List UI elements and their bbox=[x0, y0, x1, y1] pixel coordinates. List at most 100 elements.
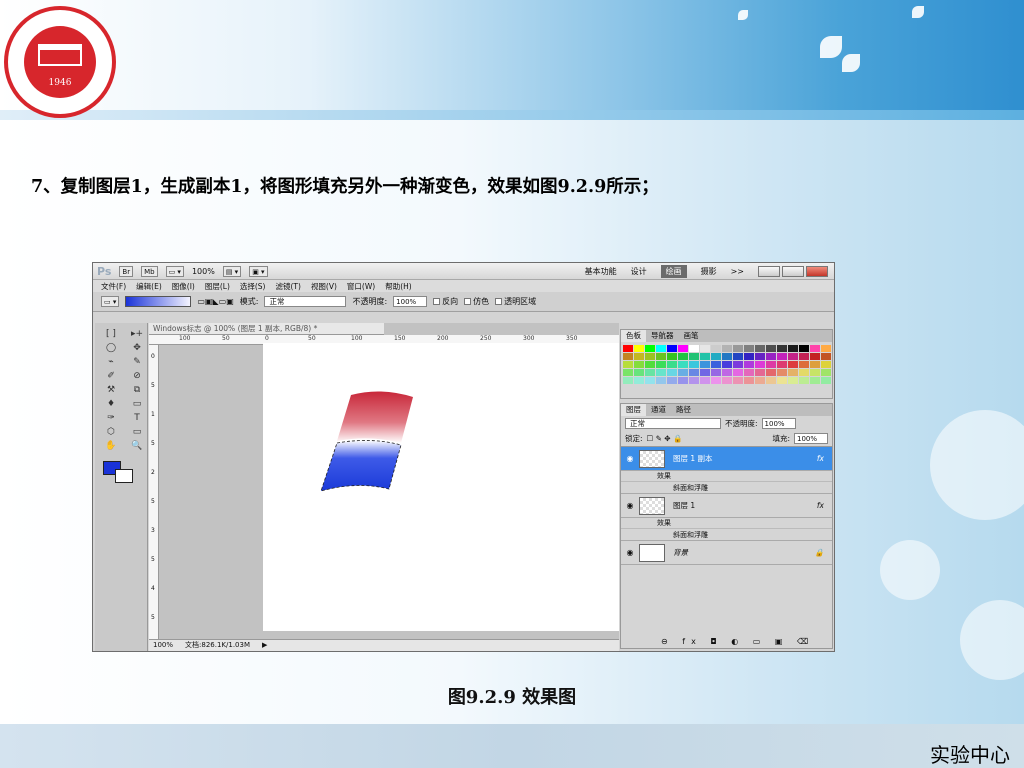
color-swatch[interactable] bbox=[656, 353, 666, 360]
layer-row[interactable]: ◉ 图层 1 副本 fx bbox=[621, 447, 832, 471]
color-swatch[interactable] bbox=[810, 369, 820, 376]
lock-icons[interactable]: ☐ ✎ ✥ 🔒 bbox=[647, 434, 683, 443]
opacity-input[interactable]: 100% bbox=[393, 296, 428, 307]
tab-navigator[interactable]: 导航器 bbox=[646, 330, 679, 342]
color-swatch[interactable] bbox=[722, 377, 732, 384]
color-swatch[interactable] bbox=[667, 361, 677, 368]
color-swatch[interactable] bbox=[755, 377, 765, 384]
color-swatch[interactable] bbox=[733, 361, 743, 368]
color-swatch[interactable] bbox=[623, 377, 633, 384]
visibility-eye-icon[interactable]: ◉ bbox=[621, 548, 639, 557]
color-swatch[interactable] bbox=[634, 377, 644, 384]
color-swatch[interactable] bbox=[700, 377, 710, 384]
tool-button[interactable]: ⬡ bbox=[101, 427, 121, 437]
color-swatch[interactable] bbox=[667, 369, 677, 376]
workspace-painting[interactable]: 绘画 bbox=[660, 264, 687, 278]
color-swatch[interactable] bbox=[766, 353, 776, 360]
tool-button[interactable]: ◯ bbox=[101, 343, 121, 353]
color-swatch[interactable] bbox=[634, 361, 644, 368]
tool-button[interactable]: ⧉ bbox=[127, 385, 147, 395]
workspace-photography[interactable]: 摄影 bbox=[701, 266, 717, 277]
tool-button[interactable]: ✎ bbox=[127, 357, 147, 367]
color-swatch[interactable] bbox=[766, 345, 776, 352]
tool-button[interactable]: ✑ bbox=[101, 413, 121, 423]
minimize-button[interactable] bbox=[758, 265, 780, 277]
tab-paths[interactable]: 路径 bbox=[671, 404, 696, 416]
color-swatch[interactable] bbox=[689, 361, 699, 368]
layer-row[interactable]: ◉ 背景 🔒 bbox=[621, 541, 832, 565]
color-swatch[interactable] bbox=[744, 377, 754, 384]
tool-button[interactable]: ✥ bbox=[127, 343, 147, 353]
color-swatch[interactable] bbox=[821, 353, 831, 360]
color-swatch[interactable] bbox=[656, 369, 666, 376]
gradient-picker[interactable] bbox=[125, 296, 192, 307]
color-swatch[interactable] bbox=[656, 361, 666, 368]
tool-preset-picker[interactable]: ▭ ▾ bbox=[101, 296, 120, 307]
color-swatch[interactable] bbox=[711, 361, 721, 368]
tab-brushes[interactable]: 画笔 bbox=[679, 330, 704, 342]
color-swatch[interactable] bbox=[799, 377, 809, 384]
color-swatch[interactable] bbox=[700, 369, 710, 376]
color-swatch[interactable] bbox=[788, 377, 798, 384]
color-swatch[interactable] bbox=[700, 361, 710, 368]
tool-button[interactable]: ▭ bbox=[127, 427, 147, 437]
color-swatch[interactable] bbox=[678, 377, 688, 384]
color-swatch[interactable] bbox=[678, 369, 688, 376]
color-swatch[interactable] bbox=[722, 345, 732, 352]
transparency-checkbox[interactable]: 透明区域 bbox=[495, 296, 536, 307]
background-color-swatch[interactable] bbox=[115, 469, 133, 483]
color-swatch[interactable] bbox=[821, 345, 831, 352]
tool-button[interactable]: T bbox=[127, 413, 147, 423]
color-swatch[interactable] bbox=[799, 361, 809, 368]
color-swatch[interactable] bbox=[766, 369, 776, 376]
color-swatch[interactable] bbox=[634, 369, 644, 376]
visibility-eye-icon[interactable]: ◉ bbox=[621, 454, 639, 463]
status-arrow-icon[interactable]: ▶ bbox=[262, 640, 267, 651]
color-swatch[interactable] bbox=[766, 361, 776, 368]
color-swatch[interactable] bbox=[645, 361, 655, 368]
color-swatch[interactable] bbox=[821, 361, 831, 368]
color-swatch[interactable] bbox=[821, 377, 831, 384]
tool-button[interactable]: ⚒ bbox=[101, 385, 121, 395]
document-tab[interactable]: Windows标志 @ 100% (图层 1 副本, RGB/8) * bbox=[149, 323, 384, 335]
color-swatch[interactable] bbox=[799, 353, 809, 360]
color-swatch[interactable] bbox=[722, 361, 732, 368]
color-swatch[interactable] bbox=[744, 361, 754, 368]
tool-button[interactable]: ⌁ bbox=[101, 357, 121, 367]
color-swatch[interactable] bbox=[667, 377, 677, 384]
arrange-documents-button[interactable]: ▤ ▾ bbox=[222, 265, 242, 277]
color-swatch[interactable] bbox=[733, 345, 743, 352]
color-swatch[interactable] bbox=[656, 345, 666, 352]
mode-select[interactable]: 正常 bbox=[264, 296, 347, 307]
color-swatch[interactable] bbox=[744, 369, 754, 376]
color-swatch[interactable] bbox=[810, 353, 820, 360]
color-swatch[interactable] bbox=[788, 345, 798, 352]
tool-button[interactable]: 🔍 bbox=[127, 441, 147, 451]
tab-channels[interactable]: 通道 bbox=[646, 404, 671, 416]
tool-button[interactable]: ⊘ bbox=[127, 371, 147, 381]
color-swatch[interactable] bbox=[810, 345, 820, 352]
layer-panel-footer-icons[interactable]: ⊖ fx ◘ ◐ ▭ ▣ ⌫ bbox=[661, 637, 814, 646]
color-swatch[interactable] bbox=[722, 353, 732, 360]
zoom-level-select[interactable]: 100% bbox=[192, 267, 215, 276]
tool-button[interactable]: ✐ bbox=[101, 371, 121, 381]
color-swatch[interactable] bbox=[645, 353, 655, 360]
color-swatch[interactable] bbox=[678, 353, 688, 360]
menu-layer[interactable]: 图层(L) bbox=[205, 281, 230, 292]
gradient-type-buttons[interactable]: ▭▣◣▭▣ bbox=[197, 297, 233, 306]
color-swatch[interactable] bbox=[711, 345, 721, 352]
maximize-button[interactable] bbox=[782, 265, 804, 277]
color-swatch[interactable] bbox=[788, 361, 798, 368]
color-swatch[interactable] bbox=[755, 353, 765, 360]
color-swatch[interactable] bbox=[755, 361, 765, 368]
menu-edit[interactable]: 编辑(E) bbox=[136, 281, 162, 292]
tool-button[interactable]: ✋ bbox=[101, 441, 121, 451]
color-swatch[interactable] bbox=[722, 369, 732, 376]
color-swatch[interactable] bbox=[623, 345, 633, 352]
color-swatch[interactable] bbox=[678, 345, 688, 352]
color-swatch[interactable] bbox=[667, 353, 677, 360]
view-extras-button[interactable]: ▭ ▾ bbox=[165, 265, 184, 277]
close-button[interactable] bbox=[806, 265, 828, 277]
color-swatch[interactable] bbox=[799, 345, 809, 352]
color-swatch[interactable] bbox=[810, 377, 820, 384]
